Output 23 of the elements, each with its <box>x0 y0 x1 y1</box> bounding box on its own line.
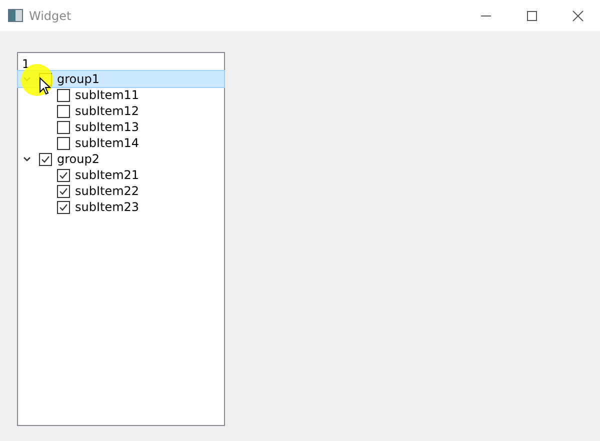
checkbox[interactable] <box>57 184 70 198</box>
checkbox[interactable] <box>57 104 70 118</box>
tree-item-label[interactable]: subItem12 <box>75 104 140 118</box>
tree-item-label[interactable]: subItem23 <box>75 200 140 214</box>
checkbox[interactable] <box>57 200 70 214</box>
cursor-icon <box>39 77 51 95</box>
tree-item-label[interactable]: subItem13 <box>75 120 140 134</box>
tree-item-label[interactable]: subItem11 <box>75 88 140 102</box>
tree-item-label[interactable]: subItem21 <box>75 168 140 182</box>
tree-item-label[interactable]: subItem14 <box>75 136 140 150</box>
tree-item-label[interactable]: group2 <box>57 152 100 166</box>
maximize-icon[interactable] <box>526 10 538 22</box>
tree-item-label[interactable]: subItem22 <box>75 184 140 198</box>
checkbox[interactable] <box>57 168 70 182</box>
column-header: 1 <box>21 57 31 71</box>
checkbox[interactable] <box>57 88 70 102</box>
close-icon[interactable] <box>572 10 584 22</box>
window-title: Widget <box>29 8 72 22</box>
tree-item-label[interactable]: group1 <box>57 72 100 86</box>
checkbox[interactable] <box>57 120 70 134</box>
checkbox[interactable] <box>39 152 52 166</box>
app-icon <box>8 9 23 22</box>
checkbox[interactable] <box>57 136 70 150</box>
